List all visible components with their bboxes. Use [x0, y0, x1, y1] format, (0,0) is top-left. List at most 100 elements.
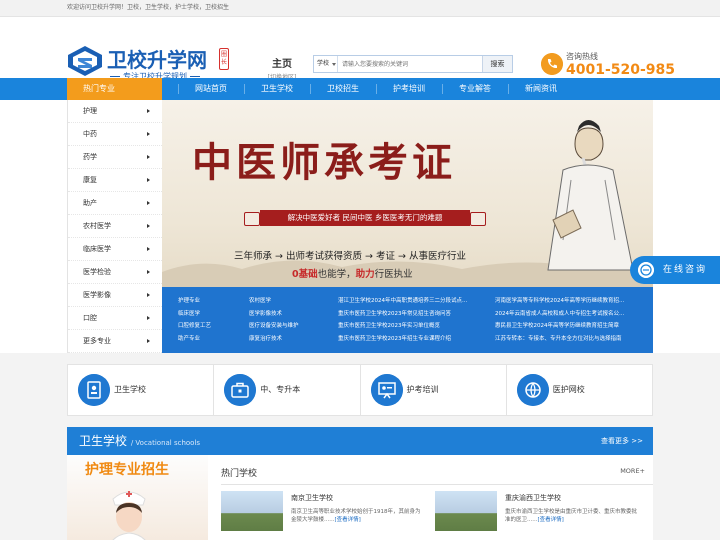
section-subtitle: / Vocational schools — [130, 439, 201, 447]
sidebar-item-pharmacy[interactable]: 药学 — [68, 146, 162, 169]
sidebar-item-label: 助产 — [83, 199, 97, 207]
link-item[interactable]: 湛江卫生学校2024年中高职贯通培养三二分段试点... — [338, 295, 488, 308]
sidebar-item-label: 康复 — [83, 176, 97, 184]
sidebar-item-chinese-medicine[interactable]: 中药 — [68, 123, 162, 146]
sidebar-item-label: 护理 — [83, 107, 97, 115]
hotline-number: 4001-520-985 — [566, 62, 676, 78]
link-item[interactable]: 2024年云南省成人高校和成人中专招生考试报名公... — [495, 308, 645, 321]
links-col-news: 湛江卫生学校2024年中高职贯通培养三二分段试点... 重庆市医药卫生学校202… — [338, 295, 488, 346]
sidebar-item-midwifery[interactable]: 助产 — [68, 192, 162, 215]
nav-item-majors-qa[interactable]: 专业解答 — [442, 78, 508, 100]
presentation-icon — [370, 374, 403, 406]
link-item[interactable]: 重庆市医药卫生学校2023年实习单位概览 — [338, 320, 488, 333]
hotline: 咨询热线 4001-520-985 — [541, 51, 675, 81]
sidebar-item-label: 医学检验 — [83, 268, 111, 276]
link-item[interactable]: 助产专业 — [178, 333, 244, 346]
nav-hot-majors[interactable]: 热门专业 — [67, 78, 162, 100]
chevron-right-icon — [147, 224, 150, 228]
link-item[interactable]: 口腔修复工艺 — [178, 320, 244, 333]
logo-name: 卫校升学网 — [107, 48, 207, 72]
search-button[interactable]: 搜索 — [482, 56, 512, 72]
sidebar-item-more[interactable]: 更多专业 — [68, 330, 162, 353]
chevron-right-icon — [147, 109, 150, 113]
nav-item-home[interactable]: 网站首页 — [178, 78, 244, 100]
school-card[interactable]: 重庆渝西卫生学校 重庆市渝西卫生学校是由重庆市卫计委、重庆市教委批准的医卫...… — [435, 491, 637, 531]
sidebar-item-label: 医学影像 — [83, 291, 111, 299]
search-box: 学校 搜索 — [313, 55, 513, 73]
search-type-select[interactable]: 学校 — [314, 56, 338, 72]
school-name[interactable]: 重庆渝西卫生学校 — [505, 493, 561, 503]
city-current: 主页 — [272, 59, 292, 70]
links-col-news-2: 河南医学高等专科学校2024年高等学历继续教育招... 2024年云南省成人高校… — [495, 295, 645, 346]
link-item[interactable]: 护理专业 — [178, 295, 244, 308]
sidebar-item-rural-medicine[interactable]: 农村医学 — [68, 215, 162, 238]
school-photo — [221, 491, 283, 531]
chevron-right-icon — [147, 178, 150, 182]
link-item[interactable]: 医疗设备安装与维护 — [249, 320, 329, 333]
link-item[interactable]: 惠民县卫生学校2024年高等学历继续教育招生简章 — [495, 320, 645, 333]
online-chat-button[interactable]: 在线咨询 — [630, 256, 720, 284]
link-item[interactable]: 重庆市医药卫生学校2023年招生专业课程介绍 — [338, 333, 488, 346]
section-title: 卫生学校 / Vocational schools — [79, 427, 200, 457]
school-name[interactable]: 南京卫生学校 — [291, 493, 333, 503]
school-card[interactable]: 南京卫生学校 南京卫生高等职业技术学校始创于1918年，其前身为金陵大学鼓楼..… — [221, 491, 421, 531]
school-desc: 重庆市渝西卫生学校是由重庆市卫计委、重庆市教委批准的医卫......[查看详情] — [505, 508, 637, 524]
nurse-illustration — [112, 491, 146, 540]
nav-item-admissions[interactable]: 卫校招生 — [310, 78, 376, 100]
link-item[interactable]: 河南医学高等专科学校2024年高等学历继续教育招... — [495, 295, 645, 308]
globe-icon — [516, 374, 549, 406]
school-desc-text: 重庆市渝西卫生学校是由重庆市卫计委、重庆市教委批准的医卫...... — [505, 509, 638, 523]
hot-schools-title: 热门学校 — [221, 469, 258, 479]
school-detail-link[interactable]: [查看详情] — [538, 517, 564, 523]
sidebar-item-clinical[interactable]: 临床医学 — [68, 238, 162, 261]
banner-sub-highlight: 0基础 — [292, 269, 318, 280]
chevron-right-icon — [147, 293, 150, 297]
link-item[interactable]: 重庆市医药卫生学校2023年常见招生咨询问答 — [338, 308, 488, 321]
link-item[interactable]: 农村医学 — [249, 295, 329, 308]
category-schools[interactable]: 卫生学校 — [68, 365, 215, 415]
chevron-right-icon — [147, 155, 150, 159]
nav-item-schools[interactable]: 卫生学校 — [244, 78, 310, 100]
chat-icon — [638, 262, 654, 278]
school-detail-link[interactable]: [查看详情] — [335, 517, 361, 523]
chevron-right-icon — [147, 316, 150, 320]
category-label: 中、专升本 — [260, 385, 301, 394]
category-upgrade[interactable]: 中、专升本 — [214, 365, 361, 415]
nav-item-exam-training[interactable]: 护考培训 — [376, 78, 442, 100]
sidebar-item-dental[interactable]: 口腔 — [68, 307, 162, 330]
category-label: 医护网校 — [552, 385, 585, 394]
section-more-link[interactable]: 查看更多 >> — [601, 427, 643, 455]
sidebar-item-label: 更多专业 — [83, 337, 111, 345]
banner-sub-text: 也能学， — [317, 269, 356, 280]
links-col-majors: 护理专业 临床医学 口腔修复工艺 助产专业 — [178, 295, 244, 346]
links-col-majors-2: 农村医学 医学影像技术 医疗设备安装与维护 康复治疗技术 — [249, 295, 329, 346]
category-exam-training[interactable]: 护考培训 — [361, 365, 507, 415]
sidebar-item-label: 药学 — [83, 153, 97, 161]
sidebar-item-label: 口腔 — [83, 314, 97, 322]
sidebar-item-nursing[interactable]: 护理 — [68, 100, 162, 123]
sidebar-item-rehab[interactable]: 康复 — [68, 169, 162, 192]
link-item[interactable]: 江苏专转本：专接本、专升本全方位对比与选择指南 — [495, 333, 645, 346]
sidebar-item-label: 农村医学 — [83, 222, 111, 230]
link-item[interactable]: 临床医学 — [178, 308, 244, 321]
nav-items: 网站首页 卫生学校 卫校招生 护考培训 专业解答 新闻资讯 — [178, 78, 574, 100]
banner-steps: 三年师承 → 出师考试获得资质 → 考证 → 从事医疗行业 — [234, 251, 466, 262]
category-label: 卫生学校 — [114, 385, 146, 394]
top-welcome-bar: 欢迎访问卫校升学网！卫校，卫生学校，护士学校，卫校招生 — [0, 0, 720, 17]
sidebar-item-imaging[interactable]: 医学影像 — [68, 284, 162, 307]
nursing-promo-banner[interactable]: 护理专业招生 — [67, 455, 208, 540]
logo-seal: 圈长 — [219, 48, 229, 70]
hot-schools-header: 热门学校 MORE+ — [221, 465, 653, 485]
search-input[interactable] — [342, 56, 482, 72]
sage-illustration — [547, 120, 634, 271]
hero-banner[interactable]: 中医师承考证 解决中医爱好者 民间中医 乡医医考无门的难题 三年师承 → 出师考… — [162, 100, 653, 287]
nav-item-news[interactable]: 新闻资讯 — [508, 78, 574, 100]
hot-schools-more[interactable]: MORE+ — [620, 467, 645, 475]
link-item[interactable]: 医学影像技术 — [249, 308, 329, 321]
promo-title: 护理专业招生 — [85, 462, 169, 478]
banner-subline: 0基础也能学，助力行医执业 — [292, 266, 413, 280]
chevron-right-icon — [147, 201, 150, 205]
link-item[interactable]: 康复治疗技术 — [249, 333, 329, 346]
sidebar-item-lab[interactable]: 医学检验 — [68, 261, 162, 284]
category-online-school[interactable]: 医护网校 — [507, 365, 652, 415]
